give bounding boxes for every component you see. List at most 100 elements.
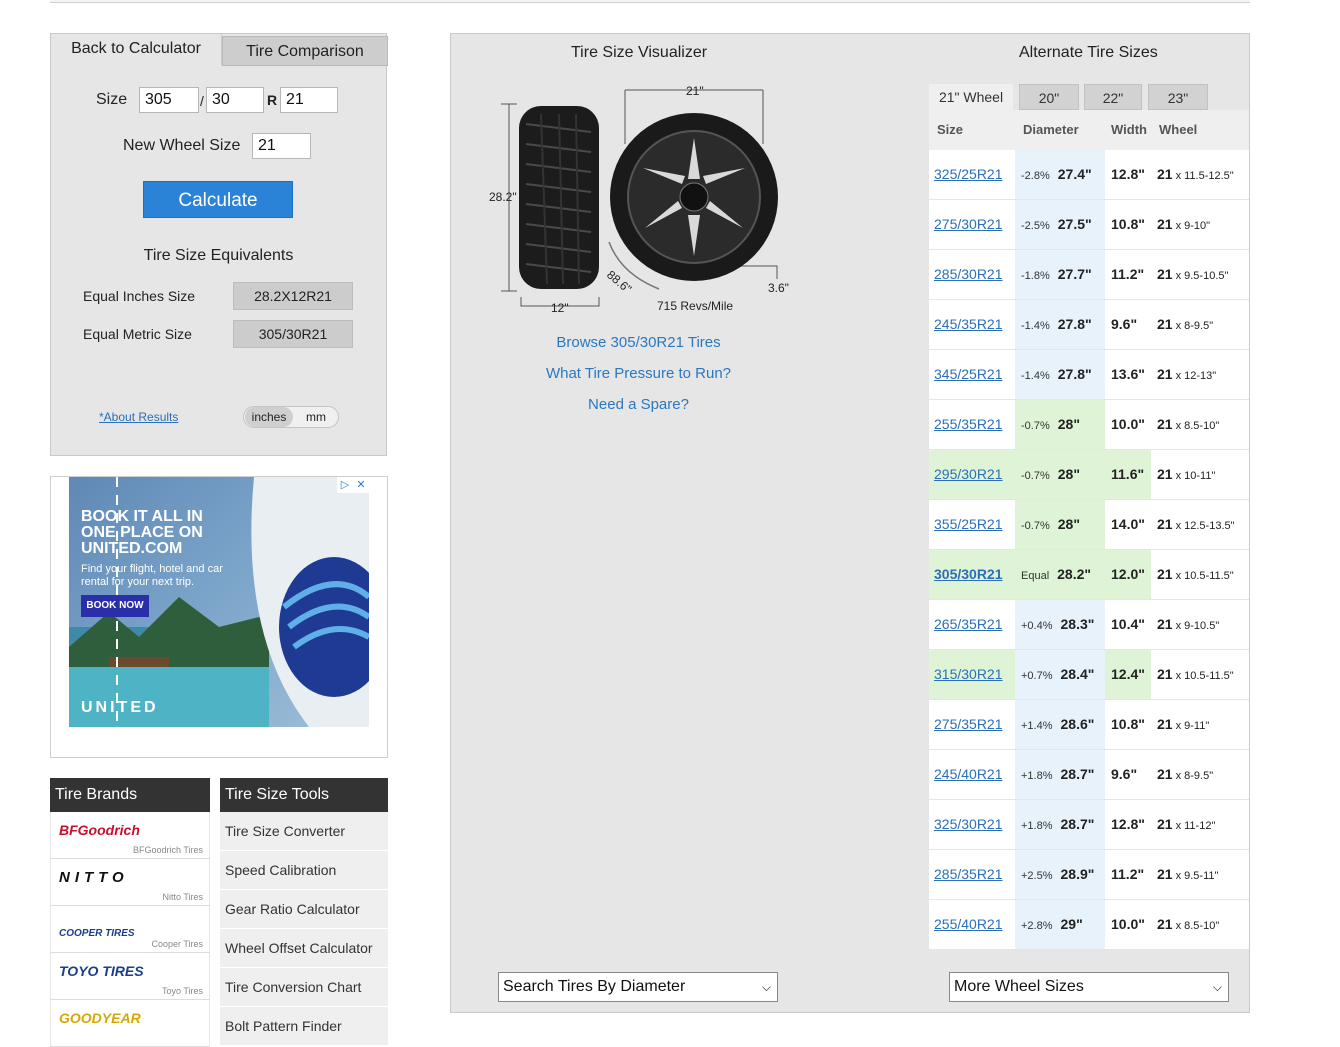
- tool-link-gear-ratio[interactable]: Gear Ratio Calculator: [220, 890, 388, 929]
- table-row: 245/35R21 -1.4% 27.8" 9.6" 21 x 8-9.5": [929, 300, 1249, 350]
- search-by-diameter-select[interactable]: Search Tires By Diameter ⌵: [498, 972, 778, 1002]
- diameter-value: 27.8": [1057, 366, 1092, 382]
- tab-back-to-calculator[interactable]: Back to Calculator: [50, 33, 222, 65]
- alternate-sizes-title: Alternate Tire Sizes: [1019, 44, 1158, 61]
- table-row: 345/25R21 -1.4% 27.8" 13.6" 21 x 12-13": [929, 350, 1249, 400]
- tab-tire-comparison[interactable]: Tire Comparison: [222, 36, 388, 66]
- wheel-diameter: 21: [1157, 466, 1173, 482]
- tire-size-link[interactable]: 315/30R21: [929, 650, 1015, 699]
- search-by-diameter-value: Search Tires By Diameter: [503, 978, 686, 995]
- width-cell: 12.4": [1105, 650, 1151, 699]
- tire-size-link[interactable]: 255/40R21: [929, 900, 1015, 949]
- tool-link-tire-conversion-chart[interactable]: Tire Conversion Chart: [220, 968, 388, 1007]
- tool-link-speed-calibration[interactable]: Speed Calibration: [220, 851, 388, 890]
- ad-close-icon[interactable]: ✕: [353, 477, 369, 493]
- brand-item-bfgoodrich[interactable]: BFGoodrich BFGoodrich Tires: [50, 812, 210, 859]
- diameter-value: 27.4": [1057, 166, 1092, 182]
- equal-inches-value: 28.2X12R21: [233, 282, 353, 310]
- table-row: 265/35R21 +0.4% 28.3" 10.4" 21 x 9-10.5": [929, 600, 1249, 650]
- brand-name: Cooper Tires: [151, 939, 203, 949]
- wheel-cell: 21 x 9-10": [1151, 200, 1249, 249]
- wheel-width-range: x 9.5-10.5": [1175, 270, 1229, 282]
- diameter-value: 28.3": [1060, 616, 1095, 632]
- browse-tires-link[interactable]: Browse 305/30R21 Tires: [451, 334, 826, 351]
- need-spare-link[interactable]: Need a Spare?: [451, 396, 826, 413]
- tire-size-link[interactable]: 285/30R21: [929, 250, 1015, 299]
- tire-size-tools-list: Tire Size Tools Tire Size Converter Spee…: [220, 778, 388, 1046]
- calculate-button[interactable]: Calculate: [143, 181, 293, 218]
- wheel-diameter: 21: [1157, 266, 1173, 282]
- adchoices-icon[interactable]: ▷: [337, 477, 353, 493]
- tire-brands-title: Tire Brands: [50, 778, 210, 812]
- wheel-diameter: 21: [1157, 316, 1173, 332]
- new-wheel-input[interactable]: [252, 133, 311, 159]
- tab-21-wheel[interactable]: 21" Wheel: [929, 84, 1013, 110]
- tab-23-wheel[interactable]: 23": [1148, 84, 1208, 110]
- tire-size-link[interactable]: 275/35R21: [929, 700, 1015, 749]
- table-row: 295/30R21 -0.7% 28" 11.6" 21 x 10-11": [929, 450, 1249, 500]
- wheel-diameter: 21: [1157, 816, 1173, 832]
- tire-size-link[interactable]: 255/35R21: [929, 400, 1015, 449]
- tool-link-tire-size-converter[interactable]: Tire Size Converter: [220, 812, 388, 851]
- tool-link-wheel-offset[interactable]: Wheel Offset Calculator: [220, 929, 388, 968]
- wheel-diameter: 21: [1157, 216, 1173, 232]
- tire-size-link[interactable]: 285/35R21: [929, 850, 1015, 899]
- wheel-diameter: 21: [1157, 166, 1173, 182]
- brand-item-nitto[interactable]: NITTO Nitto Tires: [50, 859, 210, 906]
- tire-visualizer: 28.2" 12" 21" 88.6" 3.6" 715 Revs/Mile: [489, 84, 789, 315]
- about-results-link[interactable]: *About Results: [99, 410, 178, 424]
- tab-22-wheel[interactable]: 22": [1084, 84, 1142, 110]
- top-divider: [50, 0, 1250, 3]
- ad-headline-line-3: UNITED.COM: [81, 540, 183, 557]
- brand-item-goodyear[interactable]: GOODYEAR: [50, 1000, 210, 1047]
- table-row: 305/30R21 Equal 28.2" 12.0" 21 x 10.5-11.5": [929, 550, 1249, 600]
- cooper-logo: COOPER TIRES: [59, 928, 135, 939]
- wheel-cell: 21 x 11-12": [1151, 800, 1249, 849]
- goodyear-logo: GOODYEAR: [59, 1010, 141, 1026]
- tire-size-link[interactable]: 275/30R21: [929, 200, 1015, 249]
- wheel-width-range: x 10.5-11.5": [1175, 670, 1234, 682]
- wheel-width-range: x 8.5-10": [1175, 420, 1220, 432]
- brand-item-toyo[interactable]: TOYO TIRES Toyo Tires: [50, 953, 210, 1000]
- more-wheel-sizes-select[interactable]: More Wheel Sizes ⌵: [949, 972, 1229, 1002]
- diameter-value: 28.9": [1060, 866, 1095, 882]
- diameter-percent: -2.5%: [1021, 220, 1050, 232]
- diameter-percent: -1.4%: [1021, 370, 1050, 382]
- table-row: 255/35R21 -0.7% 28" 10.0" 21 x 8.5-10": [929, 400, 1249, 450]
- diameter-value: 28.7": [1060, 816, 1095, 832]
- width-cell: 12.8": [1111, 166, 1145, 182]
- width-cell: 9.6": [1111, 766, 1138, 782]
- wheel-cell: 21 x 12-13": [1151, 350, 1249, 399]
- unit-mm-option[interactable]: mm: [294, 407, 338, 427]
- wheel-cell: 21 x 8.5-10": [1151, 900, 1249, 949]
- tire-size-link[interactable]: 305/30R21: [929, 550, 1015, 599]
- ad-subtext: Find your flight, hotel and car rental f…: [81, 563, 223, 588]
- toyo-logo: TOYO TIRES: [59, 963, 144, 979]
- width-cell: 10.0": [1111, 416, 1145, 432]
- tire-pressure-link[interactable]: What Tire Pressure to Run?: [451, 365, 826, 382]
- tire-size-link[interactable]: 325/30R21: [929, 800, 1015, 849]
- diameter-value: 28.2": [1057, 566, 1092, 582]
- height-dimension-label: 28.2": [489, 190, 517, 204]
- diameter-cell: -1.4% 27.8": [1015, 350, 1105, 399]
- unit-toggle[interactable]: inches mm: [243, 406, 339, 428]
- tire-size-link[interactable]: 245/35R21: [929, 300, 1015, 349]
- united-ad[interactable]: BOOK IT ALL IN ONE PLACE ON UNITED.COM F…: [69, 477, 369, 727]
- tire-size-link[interactable]: 265/35R21: [929, 600, 1015, 649]
- rim-input[interactable]: [280, 87, 338, 113]
- table-row: 245/40R21 +1.8% 28.7" 9.6" 21 x 8-9.5": [929, 750, 1249, 800]
- tire-size-link[interactable]: 325/25R21: [929, 150, 1015, 199]
- brand-item-cooper[interactable]: COOPER TIRES Cooper Tires: [50, 906, 210, 953]
- equal-metric-label: Equal Metric Size: [83, 326, 192, 342]
- tire-size-link[interactable]: 295/30R21: [929, 450, 1015, 499]
- ad-controls: ▷ ✕: [337, 477, 369, 493]
- ad-book-now-button[interactable]: BOOK NOW: [81, 595, 149, 617]
- wheel-width-range: x 8-9.5": [1175, 320, 1214, 332]
- unit-inches-option[interactable]: inches: [245, 407, 293, 427]
- tire-size-link[interactable]: 355/25R21: [929, 500, 1015, 549]
- aspect-input[interactable]: [206, 87, 264, 113]
- tire-size-link[interactable]: 345/25R21: [929, 350, 1015, 399]
- tab-20-wheel[interactable]: 20": [1019, 84, 1079, 110]
- width-input[interactable]: [139, 87, 199, 113]
- tire-size-link[interactable]: 245/40R21: [929, 750, 1015, 799]
